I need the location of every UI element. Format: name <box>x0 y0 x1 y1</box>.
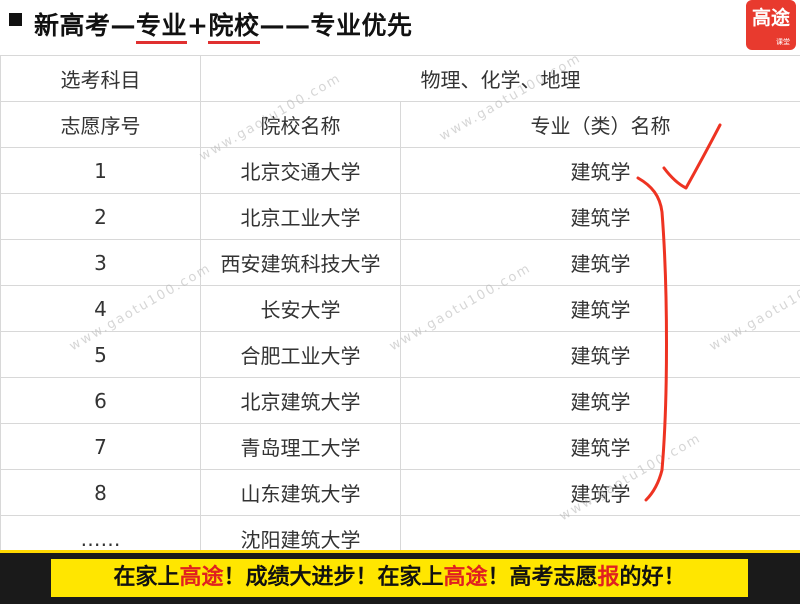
slogan-highlight: 报 <box>598 565 620 590</box>
promo-banner: 在家上高途！成绩大进步！在家上高途！高考志愿报的好！ <box>0 550 800 604</box>
row-number: 1 <box>1 148 201 194</box>
slogan-part: 的好！ <box>620 565 686 590</box>
row-school: 长安大学 <box>201 286 401 332</box>
title-major: 专业 <box>136 11 187 44</box>
table-row: 8 山东建筑大学 建筑学 <box>1 470 800 516</box>
row-school: 山东建筑大学 <box>201 470 401 516</box>
header-row: 志愿序号 院校名称 专业（类）名称 <box>1 102 800 148</box>
title-plus: + <box>187 11 208 40</box>
subjects-label: 选考科目 <box>1 56 201 102</box>
table-row: 1 北京交通大学 建筑学 <box>1 148 800 194</box>
slide-title: 新高考—专业+院校——专业优先 <box>34 6 413 42</box>
slogan-part: ！成绩大进步！在家上 <box>223 565 443 590</box>
row-school: 合肥工业大学 <box>201 332 401 378</box>
table-row: 2 北京工业大学 建筑学 <box>1 194 800 240</box>
square-bullet-icon <box>9 13 22 26</box>
slogan-brand: 高途 <box>443 565 487 590</box>
title-suffix: ——专业优先 <box>260 11 413 40</box>
header-number: 志愿序号 <box>1 102 201 148</box>
row-school: 北京交通大学 <box>201 148 401 194</box>
subjects-row: 选考科目 物理、化学、地理 <box>1 56 800 102</box>
row-major: 建筑学 <box>401 194 800 240</box>
row-school: 北京工业大学 <box>201 194 401 240</box>
promo-slogan: 在家上高途！成绩大进步！在家上高途！高考志愿报的好！ <box>51 559 748 597</box>
slogan-part: 在家上 <box>113 565 179 590</box>
table-row: 6 北京建筑大学 建筑学 <box>1 378 800 424</box>
slogan-brand: 高途 <box>179 565 223 590</box>
logo-text: 高途 <box>746 0 796 36</box>
row-number: 8 <box>1 470 201 516</box>
row-number: 3 <box>1 240 201 286</box>
slide-header: 新高考—专业+院校——专业优先 高途 课堂 <box>0 0 800 50</box>
table-row: 3 西安建筑科技大学 建筑学 <box>1 240 800 286</box>
volunteer-table: 选考科目 物理、化学、地理 志愿序号 院校名称 专业（类）名称 1 北京交通大学… <box>0 55 800 562</box>
row-school: 青岛理工大学 <box>201 424 401 470</box>
row-major: 建筑学 <box>401 424 800 470</box>
row-number: 2 <box>1 194 201 240</box>
title-school: 院校 <box>208 11 259 44</box>
row-major: 建筑学 <box>401 240 800 286</box>
brand-logo: 高途 课堂 <box>746 0 796 50</box>
logo-subtext: 课堂 <box>776 37 790 47</box>
row-major: 建筑学 <box>401 148 800 194</box>
row-number: 7 <box>1 424 201 470</box>
slogan-part: ！高考志愿 <box>488 565 598 590</box>
row-major: 建筑学 <box>401 378 800 424</box>
title-prefix: 新高考— <box>34 11 136 40</box>
row-number: 6 <box>1 378 201 424</box>
row-school: 西安建筑科技大学 <box>201 240 401 286</box>
row-school: 北京建筑大学 <box>201 378 401 424</box>
